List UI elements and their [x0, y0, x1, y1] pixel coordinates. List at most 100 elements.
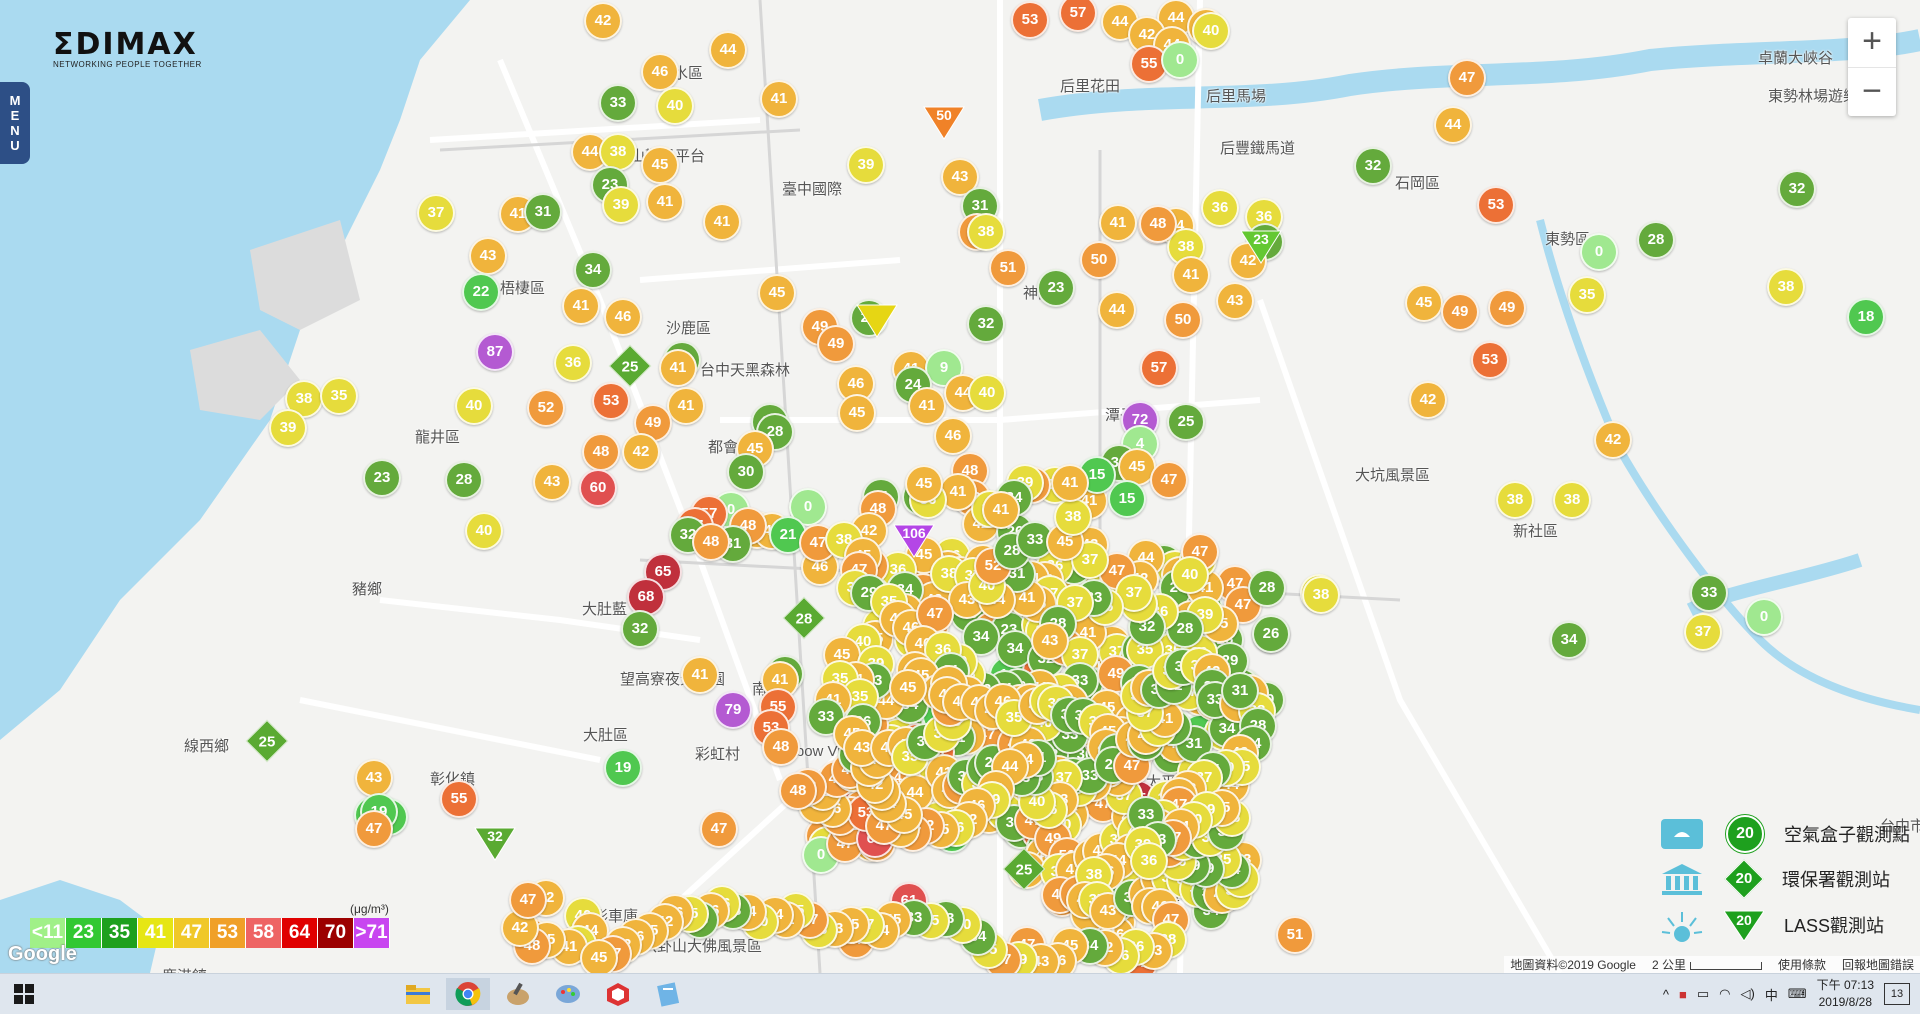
airbox-station-marker[interactable]: 42	[584, 2, 622, 40]
airbox-station-marker[interactable]: 28	[445, 461, 483, 499]
airbox-station-marker[interactable]: 41	[659, 349, 697, 387]
airbox-station-marker[interactable]: 49	[1488, 289, 1526, 327]
airbox-station-marker[interactable]: 33	[599, 84, 637, 122]
airbox-station-marker[interactable]: 41	[646, 183, 684, 221]
airbox-station-marker[interactable]: 40	[1171, 556, 1209, 594]
airbox-station-marker[interactable]: 43	[1216, 282, 1254, 320]
airbox-station-marker[interactable]: 37	[417, 194, 455, 232]
airbox-station-marker[interactable]: 41	[760, 80, 798, 118]
airbox-station-marker[interactable]: 39	[269, 409, 307, 447]
airbox-station-marker[interactable]: 26	[1252, 615, 1290, 653]
airbox-station-marker[interactable]: 38	[967, 213, 1005, 251]
airbox-station-marker[interactable]: 44	[709, 31, 747, 69]
map-canvas[interactable]: 清水區后里花田后里馬場后豐鐵馬道卓蘭大峽谷東勢林場遊樂區臺中國際大雪山觀景平台石…	[0, 0, 1920, 973]
lass-station-marker[interactable]: 50	[922, 105, 966, 141]
lass-station-marker[interactable]: 32	[473, 826, 517, 862]
taskbar-clock[interactable]: 下午 07:13 2019/8/28	[1817, 977, 1874, 1011]
taskbar-app-3[interactable]	[496, 978, 540, 1010]
airbox-station-marker[interactable]: 33	[1690, 574, 1728, 612]
airbox-station-marker[interactable]: 52	[527, 389, 565, 427]
airbox-station-marker[interactable]: 41	[908, 387, 946, 425]
tray-chevron-up-icon[interactable]: ^	[1663, 987, 1669, 1002]
airbox-station-marker[interactable]: 18	[1847, 298, 1885, 336]
airbox-station-marker[interactable]: 40	[968, 374, 1006, 412]
airbox-station-marker[interactable]: 47	[1448, 59, 1486, 97]
airbox-station-marker[interactable]: 22	[462, 273, 500, 311]
airbox-station-marker[interactable]: 46	[641, 53, 679, 91]
airbox-station-marker[interactable]: 38	[1054, 498, 1092, 536]
taskbar-app-5[interactable]	[596, 978, 640, 1010]
tray-battery-icon[interactable]: ▭	[1697, 986, 1709, 1002]
airbox-station-marker[interactable]: 48	[762, 728, 800, 766]
airbox-station-marker[interactable]: 40	[1192, 12, 1230, 50]
airbox-station-marker[interactable]: 38	[1496, 481, 1534, 519]
airbox-station-marker[interactable]: 51	[989, 249, 1027, 287]
airbox-station-marker[interactable]: 40	[656, 87, 694, 125]
airbox-station-marker[interactable]: 45	[838, 394, 876, 432]
lass-station-marker[interactable]: 106	[892, 523, 936, 559]
airbox-station-marker[interactable]: 39	[602, 186, 640, 224]
airbox-station-marker[interactable]: 79	[714, 691, 752, 729]
airbox-station-marker[interactable]: 34	[1550, 621, 1588, 659]
airbox-station-marker[interactable]: 28	[1248, 569, 1286, 607]
airbox-station-marker[interactable]: 53	[1477, 186, 1515, 224]
airbox-station-marker[interactable]: 47	[1150, 461, 1188, 499]
airbox-station-marker[interactable]: 47	[509, 881, 547, 919]
airbox-station-marker[interactable]: 23	[1037, 269, 1075, 307]
airbox-station-marker[interactable]: 55	[440, 780, 478, 818]
airbox-station-marker[interactable]: 43	[1031, 622, 1069, 660]
airbox-station-marker[interactable]: 30	[727, 453, 765, 491]
airbox-station-marker[interactable]: 0	[1161, 41, 1199, 79]
airbox-station-marker[interactable]: 38	[1553, 481, 1591, 519]
airbox-station-marker[interactable]: 41	[1099, 204, 1137, 242]
airbox-station-marker[interactable]: 32	[1354, 147, 1392, 185]
airbox-station-marker[interactable]: 53	[592, 382, 630, 420]
tray-volume-icon[interactable]: ◁)	[1741, 986, 1755, 1002]
airbox-station-marker[interactable]: 51	[1276, 916, 1314, 954]
airbox-station-marker[interactable]: 40	[455, 387, 493, 425]
airbox-station-marker[interactable]: 28	[1637, 221, 1675, 259]
airbox-station-marker[interactable]: 41	[562, 287, 600, 325]
ime-indicator[interactable]: 中	[1765, 985, 1778, 1004]
airbox-station-marker[interactable]: 37	[1684, 613, 1722, 651]
airbox-station-marker[interactable]: 35	[1568, 276, 1606, 314]
airbox-station-marker[interactable]: 36	[1201, 189, 1239, 227]
airbox-station-marker[interactable]: 45	[905, 465, 943, 503]
airbox-station-marker[interactable]: 50	[1080, 241, 1118, 279]
airbox-station-marker[interactable]: 31	[524, 193, 562, 231]
airbox-station-marker[interactable]: 19	[604, 749, 642, 787]
airbox-station-marker[interactable]: 45	[758, 274, 796, 312]
airbox-station-marker[interactable]: 32	[621, 610, 659, 648]
airbox-station-marker[interactable]: 35	[320, 377, 358, 415]
airbox-station-marker[interactable]: 25	[1167, 403, 1205, 441]
airbox-station-marker[interactable]: 41	[681, 656, 719, 694]
taskbar-file-explorer[interactable]	[396, 978, 440, 1010]
airbox-station-marker[interactable]: 50	[1164, 301, 1202, 339]
airbox-station-marker[interactable]: 0	[1745, 598, 1783, 636]
airbox-station-marker[interactable]: 45	[889, 669, 927, 707]
airbox-station-marker[interactable]: 48	[1139, 205, 1177, 243]
airbox-station-marker[interactable]: 45	[580, 939, 618, 973]
airbox-station-marker[interactable]: 46	[604, 298, 642, 336]
airbox-station-marker[interactable]: 31	[1221, 672, 1259, 710]
tray-wifi-icon[interactable]: ◠	[1719, 986, 1730, 1002]
zoom-in-button[interactable]: +	[1848, 18, 1896, 67]
airbox-station-marker[interactable]: 15	[1108, 480, 1146, 518]
airbox-station-marker[interactable]: 53	[1011, 1, 1049, 39]
airbox-station-marker[interactable]: 32	[967, 305, 1005, 343]
airbox-station-marker[interactable]: 41	[667, 387, 705, 425]
airbox-station-marker[interactable]: 34	[574, 251, 612, 289]
airbox-station-marker[interactable]: 41	[1172, 256, 1210, 294]
airbox-station-marker[interactable]: 41	[1051, 464, 1089, 502]
airbox-station-marker[interactable]: 44	[1434, 106, 1472, 144]
airbox-station-marker[interactable]: 47	[355, 810, 393, 848]
lass-station-marker[interactable]: 23	[1239, 229, 1283, 265]
airbox-station-marker[interactable]: 47	[700, 810, 738, 848]
airbox-station-marker[interactable]: 36	[1130, 842, 1168, 880]
taskbar-app-6[interactable]	[646, 978, 690, 1010]
airbox-station-marker[interactable]: 42	[1409, 381, 1447, 419]
airbox-station-marker[interactable]: 46	[934, 417, 972, 455]
airbox-station-marker[interactable]: 48	[779, 772, 817, 810]
airbox-station-marker[interactable]: 49	[1441, 293, 1479, 331]
airbox-station-marker[interactable]: 57	[1140, 349, 1178, 387]
